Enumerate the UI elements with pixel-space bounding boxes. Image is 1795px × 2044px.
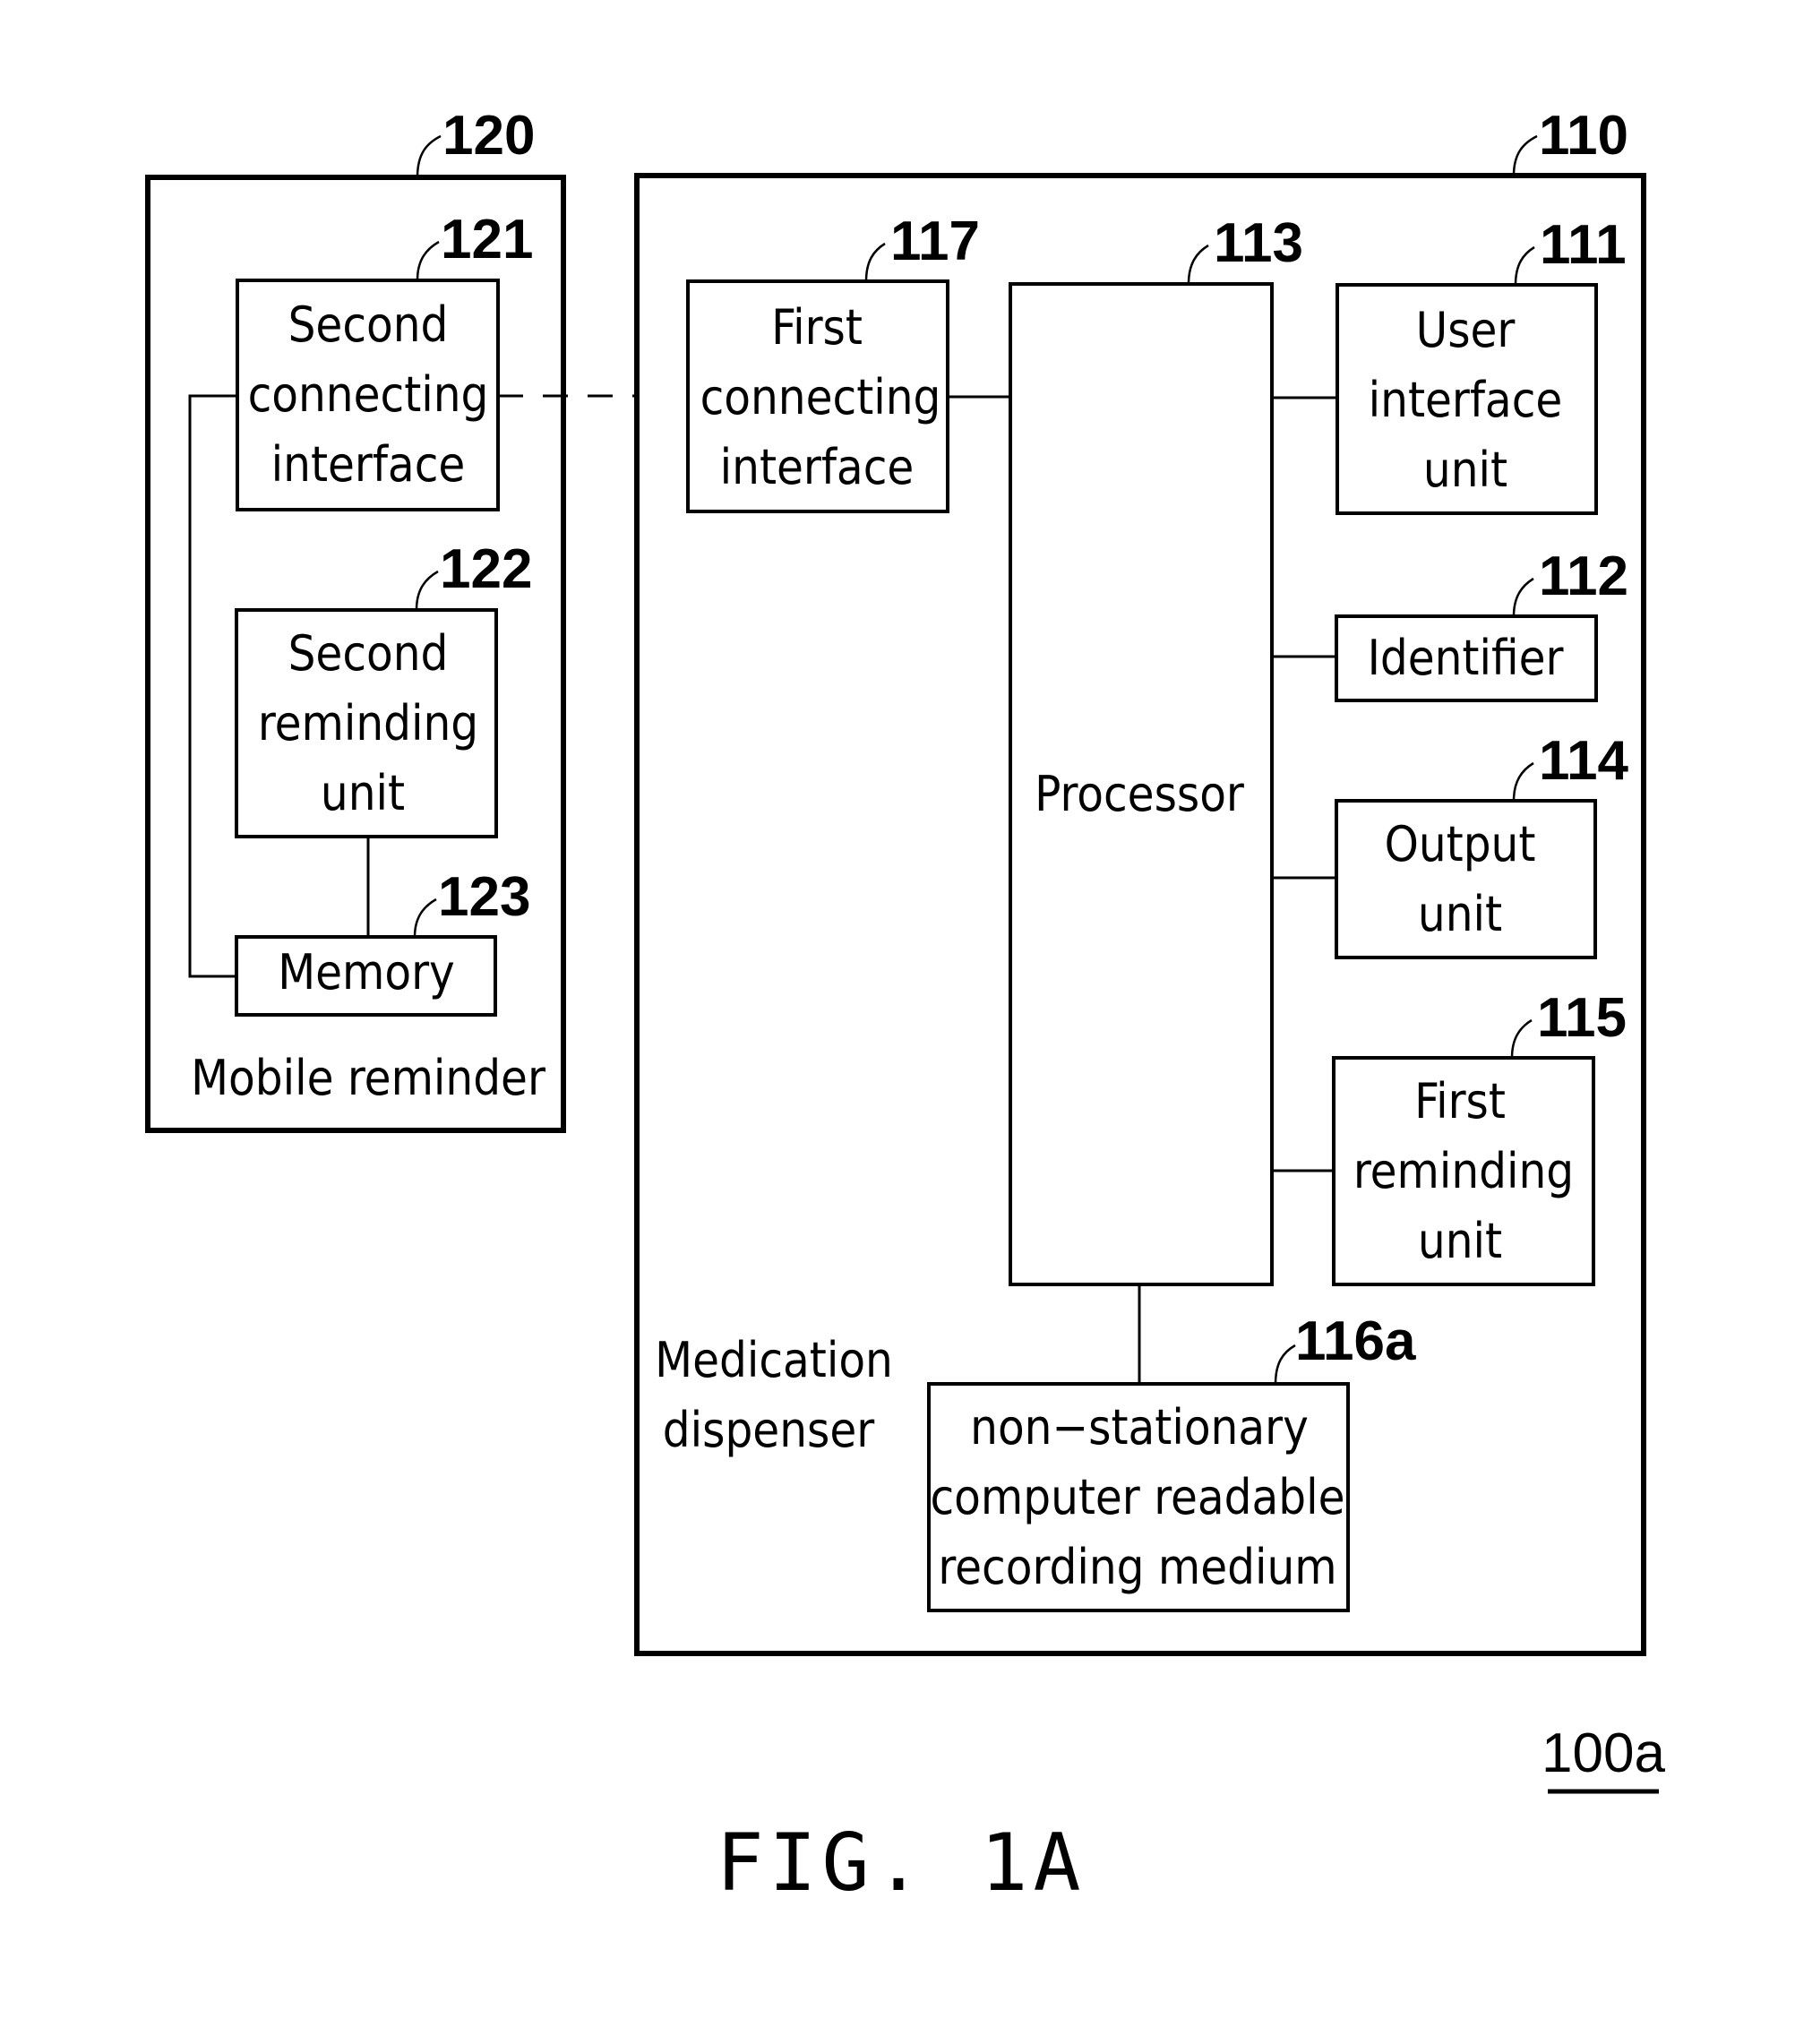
block-111-line-2: interface bbox=[1369, 372, 1563, 428]
block-113-line-1: Processor bbox=[1035, 766, 1244, 822]
block-112-line-1: Identifier bbox=[1368, 630, 1564, 686]
figure-caption: FIG. 1A bbox=[717, 1816, 1086, 1909]
ref-117: 117 bbox=[890, 210, 980, 272]
block-122-line-2: reminding bbox=[258, 695, 478, 751]
ref-122: 122 bbox=[440, 538, 532, 600]
block-116a-line-3: recording medium bbox=[938, 1539, 1336, 1595]
medication-dispenser-group: 110 Medication dispenser 117 First conne… bbox=[634, 105, 1646, 1656]
block-113: 113 Processor bbox=[1009, 212, 1303, 1286]
ref-111: 111 bbox=[1540, 214, 1627, 276]
block-121-line-1: Second bbox=[288, 296, 449, 353]
block-111-line-1: User bbox=[1416, 302, 1516, 358]
block-122-line-1: Second bbox=[288, 625, 449, 682]
block-123-line-1: Memory bbox=[278, 944, 455, 1001]
block-115-line-3: unit bbox=[1418, 1213, 1502, 1269]
leader-120 bbox=[416, 134, 442, 178]
block-116a-line-1: non−stationary bbox=[970, 1399, 1309, 1456]
block-117-line-3: interface bbox=[720, 439, 915, 495]
mobile-reminder-group: 120 Mobile reminder 121 Second connectin… bbox=[145, 105, 566, 1133]
block-116a-line-2: computer readable bbox=[930, 1469, 1344, 1525]
ref-123: 123 bbox=[438, 866, 530, 928]
block-114-line-1: Output bbox=[1385, 816, 1536, 872]
ref-114: 114 bbox=[1539, 730, 1629, 792]
block-121-line-3: interface bbox=[271, 436, 466, 493]
ref-112: 112 bbox=[1539, 545, 1628, 607]
block-115-line-2: reminding bbox=[1353, 1143, 1574, 1199]
ref-120: 120 bbox=[442, 105, 535, 167]
medication-dispenser-label-line-1: Medication bbox=[655, 1332, 893, 1388]
block-117-line-2: connecting bbox=[700, 369, 941, 425]
leader-110 bbox=[1512, 134, 1538, 176]
ref-110: 110 bbox=[1539, 105, 1628, 167]
ref-115: 115 bbox=[1537, 987, 1627, 1049]
block-114-line-2: unit bbox=[1418, 886, 1502, 942]
ref-113: 113 bbox=[1214, 212, 1303, 274]
block-115-line-1: First bbox=[1414, 1073, 1506, 1129]
ref-121: 121 bbox=[441, 209, 533, 271]
block-117-line-1: First bbox=[771, 299, 863, 356]
block-111-line-3: unit bbox=[1423, 442, 1507, 498]
block-diagram: 120 Mobile reminder 121 Second connectin… bbox=[145, 105, 1665, 1909]
system-ref-100a: 100a bbox=[1542, 1722, 1665, 1784]
block-121-line-2: connecting bbox=[248, 366, 489, 423]
block-122-line-3: unit bbox=[321, 765, 405, 821]
ref-116a: 116a bbox=[1295, 1310, 1416, 1372]
mobile-reminder-label: Mobile reminder bbox=[191, 1050, 545, 1106]
medication-dispenser-label-line-2: dispenser bbox=[663, 1402, 874, 1458]
